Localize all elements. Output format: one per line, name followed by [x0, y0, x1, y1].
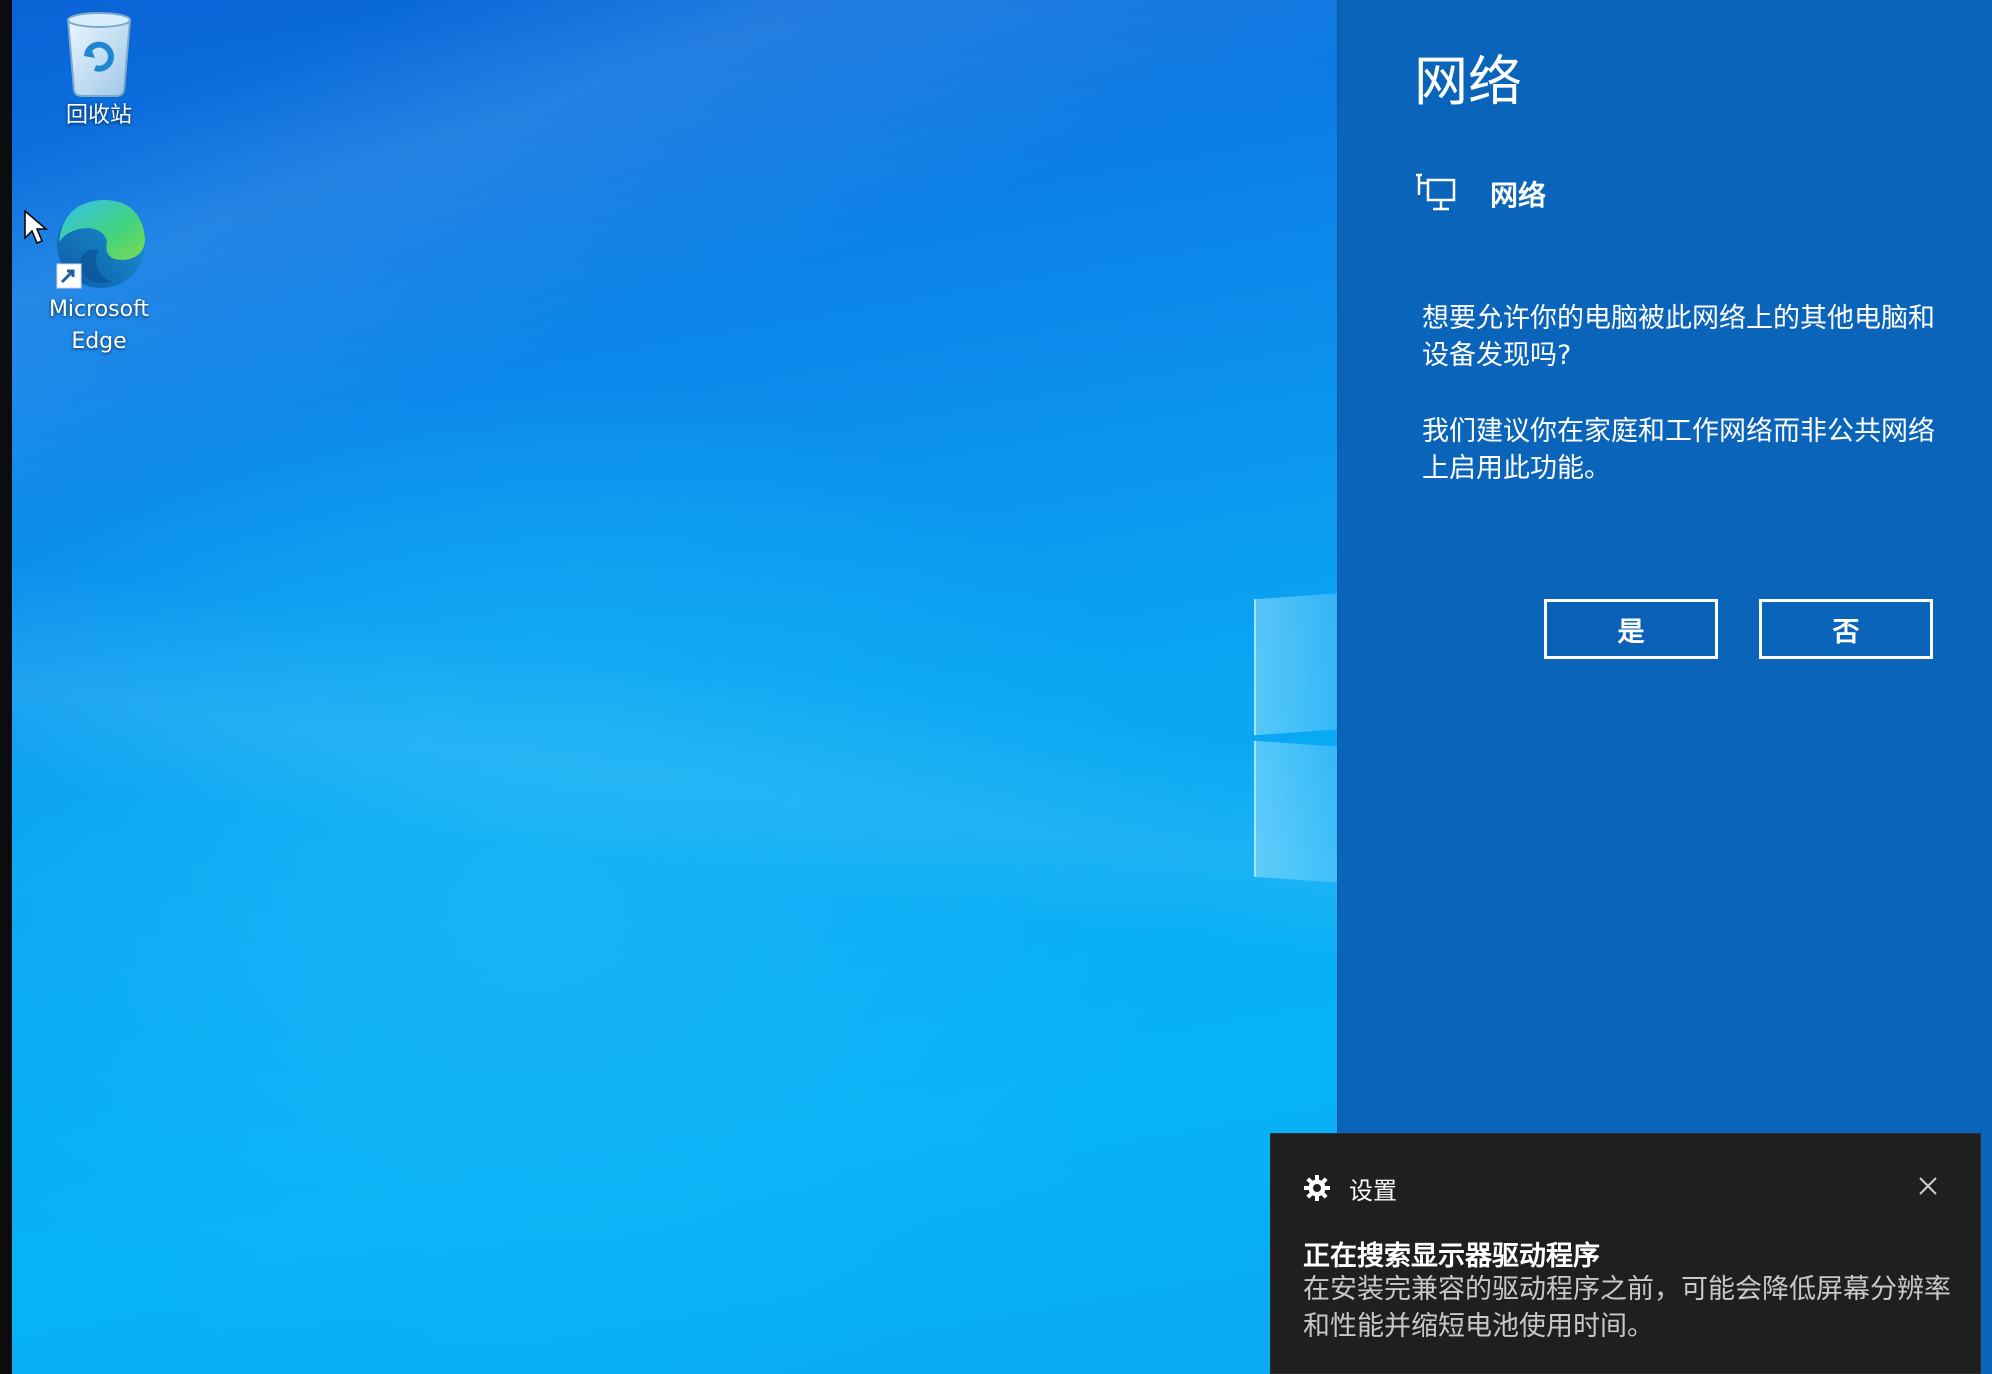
discovery-recommendation: 我们建议你在家庭和工作网络而非公共网络上启用此功能。 — [1422, 416, 1935, 484]
notification-body: 在安装完兼容的驱动程序之前，可能会降低屏幕分辨率和性能并缩短电池使用时间。 — [1303, 1274, 1951, 1342]
desktop-icon-recycle-bin[interactable]: 回收站 — [24, 6, 174, 132]
desktop-icon-label: 回收站 — [65, 103, 132, 128]
close-icon — [1919, 1177, 1937, 1195]
windows-logo-pane — [1254, 592, 1337, 736]
no-button[interactable]: 否 — [1759, 599, 1933, 659]
recycle-bin-icon — [66, 12, 132, 97]
desktop-wallpaper[interactable]: 回收站 Microsoft Edge — [12, 0, 1337, 1374]
flyout-title: 网络 — [1414, 50, 1522, 113]
gear-icon — [1304, 1175, 1330, 1201]
settings-notification-toast[interactable]: 设置 正在搜索显示器驱动程序 在安装完兼容的驱动程序之前，可能会降低屏幕分辨率和… — [1270, 1133, 1981, 1374]
edge-icon — [56, 200, 145, 289]
screen: 回收站 Microsoft Edge 网络 网络 想要允许你的电脑被此网络上的其… — [0, 0, 1992, 1374]
notification-close-button[interactable] — [1910, 1168, 1946, 1204]
network-monitor-icon — [1416, 173, 1456, 211]
windows-logo-pane — [1254, 740, 1337, 884]
network-name: 网络 — [1490, 179, 1547, 212]
wallpaper-light-beam — [12, 0, 1337, 1374]
notification-header: 设置 — [1303, 1170, 1397, 1206]
discovery-question: 想要允许你的电脑被此网络上的其他电脑和设备发现吗? — [1422, 303, 1935, 371]
mouse-pointer-icon — [24, 210, 48, 244]
notification-title: 正在搜索显示器驱动程序 — [1303, 1241, 1600, 1272]
desktop-icon-label: Microsoft Edge — [48, 297, 150, 354]
wallpaper-light-beam — [12, 0, 1337, 1374]
notification-app-name: 设置 — [1349, 1176, 1397, 1205]
yes-button[interactable]: 是 — [1544, 599, 1718, 659]
network-entry: 网络 — [1414, 170, 1546, 218]
windows-logo-wallpaper — [1254, 592, 1337, 886]
